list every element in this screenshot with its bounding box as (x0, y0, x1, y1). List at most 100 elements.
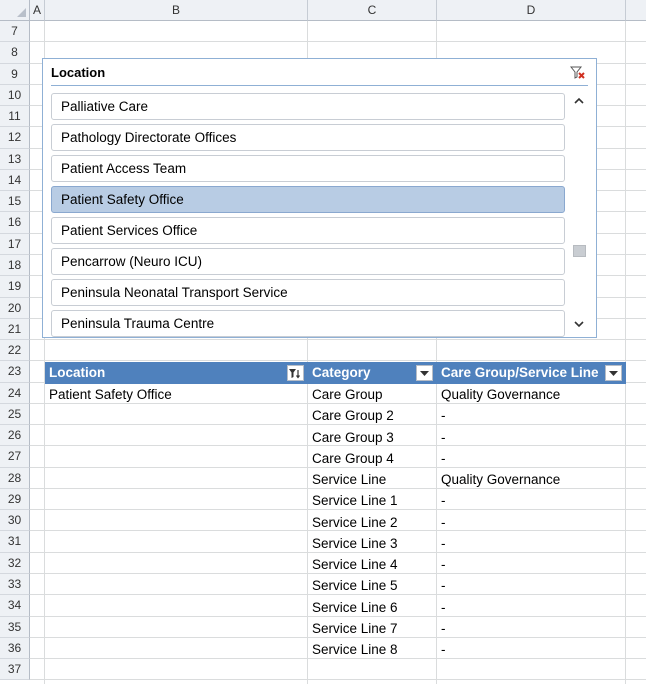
row-header[interactable]: 12 (0, 127, 30, 149)
row-header[interactable]: 31 (0, 531, 30, 553)
table-cell[interactable] (45, 575, 49, 596)
header-label: Care Group/Service Line (441, 365, 599, 380)
slicer-item[interactable]: Pencarrow (Neuro ICU) (51, 248, 565, 275)
slicer-scrollbar[interactable] (569, 91, 589, 333)
filter-applied-icon[interactable] (287, 365, 304, 381)
scroll-up-icon[interactable] (569, 91, 589, 109)
table-cell[interactable]: - (437, 639, 446, 660)
row-header[interactable]: 32 (0, 552, 30, 575)
table-cell[interactable]: Care Group 4 (308, 448, 394, 469)
table-header-location: Location (45, 362, 308, 384)
table-cell[interactable]: - (437, 448, 446, 469)
table-header-care-group: Care Group/Service Line (437, 362, 626, 384)
table-cell[interactable]: - (437, 597, 446, 618)
location-slicer[interactable]: Location Palliative Care Pathology Direct… (42, 58, 597, 338)
table-cell[interactable]: Service Line 6 (308, 597, 398, 618)
row-header[interactable]: 7 (0, 21, 30, 43)
table-cell[interactable]: Service Line 3 (308, 533, 398, 554)
row-header[interactable]: 21 (0, 318, 30, 341)
column-header-c[interactable]: C (308, 0, 437, 21)
table-cell[interactable] (45, 639, 49, 660)
slicer-item[interactable]: Pathology Directorate Offices (51, 124, 565, 151)
table-cell[interactable] (45, 448, 49, 469)
row-header[interactable]: 18 (0, 254, 30, 277)
table-cell[interactable] (45, 554, 49, 575)
row-header[interactable]: 34 (0, 595, 30, 617)
table-cell[interactable]: Care Group 2 (308, 405, 394, 426)
select-all-corner[interactable] (0, 0, 30, 21)
table-cell[interactable]: Service Line 4 (308, 554, 398, 575)
row-header[interactable]: 16 (0, 212, 30, 234)
row-header[interactable]: 25 (0, 403, 30, 426)
row-header[interactable]: 23 (0, 361, 30, 383)
table-cell[interactable] (45, 469, 49, 490)
row-header[interactable]: 24 (0, 382, 30, 404)
clear-filter-icon[interactable] (569, 65, 586, 81)
table-cell[interactable]: - (437, 618, 446, 639)
grid-column-line (625, 21, 626, 684)
table-cell[interactable]: - (437, 490, 446, 511)
table-cell[interactable] (45, 597, 49, 618)
slicer-item[interactable]: Peninsula Neonatal Transport Service (51, 279, 565, 306)
table-cell[interactable] (45, 405, 49, 426)
table-cell[interactable]: Quality Governance (437, 384, 560, 405)
table-cell[interactable]: Service Line 2 (308, 512, 398, 533)
table-cell[interactable]: Quality Governance (437, 469, 560, 490)
scroll-thumb[interactable] (573, 245, 586, 257)
spreadsheet[interactable]: A B C D 7 8 9 10 11 12 13 14 15 16 17 18 19 20 21 22 23 2… (0, 0, 646, 684)
row-header[interactable]: 19 (0, 276, 30, 298)
slicer-item[interactable]: Patient Access Team (51, 155, 565, 182)
table-cell[interactable] (45, 618, 49, 639)
table-cell[interactable]: Service Line 5 (308, 575, 398, 596)
scroll-down-icon[interactable] (569, 315, 589, 333)
row-header[interactable]: 26 (0, 425, 30, 447)
table-cell[interactable] (45, 512, 49, 533)
row-header[interactable]: 35 (0, 616, 30, 638)
row-header[interactable]: 22 (0, 340, 30, 362)
table-cell[interactable] (45, 533, 49, 554)
slicer-item[interactable]: Patient Safety Office (51, 186, 565, 213)
column-header-e[interactable] (626, 0, 646, 21)
slicer-divider (51, 85, 588, 86)
header-label: Location (49, 365, 106, 380)
row-header[interactable]: 20 (0, 297, 30, 319)
table-cell[interactable]: Patient Safety Office (45, 384, 172, 405)
row-header[interactable]: 36 (0, 637, 30, 660)
row-header[interactable]: 11 (0, 106, 30, 128)
dropdown-arrow-icon[interactable] (416, 365, 433, 381)
row-header[interactable]: 8 (0, 42, 30, 64)
table-cell[interactable]: Service Line 8 (308, 639, 398, 660)
table-cell[interactable] (45, 427, 49, 448)
row-header[interactable]: 15 (0, 191, 30, 213)
row-header[interactable]: 29 (0, 488, 30, 511)
table-cell[interactable]: - (437, 427, 446, 448)
row-header[interactable]: 33 (0, 574, 30, 596)
table-cell[interactable]: - (437, 512, 446, 533)
table-cell[interactable]: Care Group (308, 384, 383, 405)
slicer-item[interactable]: Palliative Care (51, 93, 565, 120)
table-cell[interactable]: - (437, 533, 446, 554)
table-cell[interactable] (45, 490, 49, 511)
dropdown-arrow-icon[interactable] (605, 365, 622, 381)
row-header[interactable]: 37 (0, 659, 30, 681)
row-header[interactable]: 14 (0, 169, 30, 192)
table-cell[interactable]: Service Line 1 (308, 490, 398, 511)
column-header-a[interactable]: A (30, 0, 45, 21)
column-header-d[interactable]: D (437, 0, 626, 21)
column-header-b[interactable]: B (45, 0, 308, 21)
row-header[interactable]: 9 (0, 63, 30, 85)
row-header[interactable]: 13 (0, 148, 30, 170)
table-cell[interactable]: - (437, 554, 446, 575)
row-header[interactable]: 10 (0, 84, 30, 107)
table-cell[interactable]: - (437, 575, 446, 596)
slicer-item[interactable]: Patient Services Office (51, 217, 565, 244)
row-header[interactable]: 28 (0, 467, 30, 489)
table-cell[interactable]: Care Group 3 (308, 427, 394, 448)
row-header[interactable]: 17 (0, 233, 30, 255)
row-header[interactable]: 27 (0, 446, 30, 468)
table-cell[interactable]: Service Line (308, 469, 386, 490)
table-cell[interactable]: - (437, 405, 446, 426)
table-cell[interactable]: Service Line 7 (308, 618, 398, 639)
row-header[interactable]: 30 (0, 510, 30, 532)
slicer-item[interactable]: Peninsula Trauma Centre (51, 310, 565, 337)
